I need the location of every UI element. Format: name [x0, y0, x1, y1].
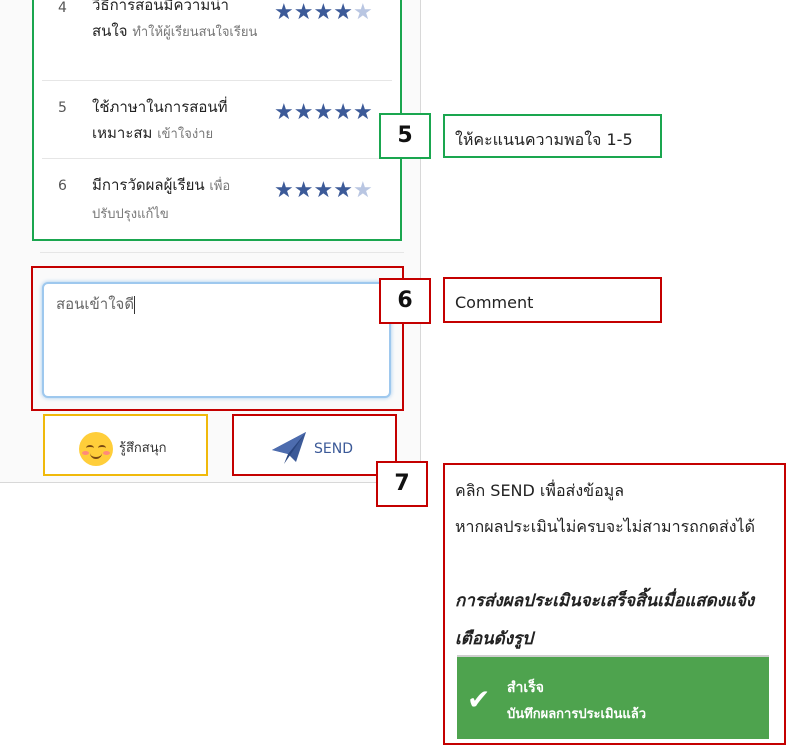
row-divider: [42, 158, 392, 159]
paper-plane-icon: [272, 432, 306, 464]
star-empty-icon[interactable]: ★: [353, 0, 373, 25]
note-comment: Comment: [443, 277, 662, 323]
row-divider: [42, 80, 392, 81]
star-filled-icon[interactable]: ★: [294, 178, 314, 203]
rating-card: 4 วิธีการสอนมีความน่าสนใจ ทำให้ผู้เรียนส…: [32, 0, 402, 241]
check-icon: ✔: [467, 683, 491, 716]
rating-subtitle: เข้าใจง่าย: [157, 127, 214, 142]
send-button-label: SEND: [314, 441, 353, 457]
step-badge-5: 5: [379, 113, 431, 159]
toast-title: สำเร็จ: [507, 680, 544, 696]
comment-textarea[interactable]: สอนเข้าใจดี: [42, 282, 391, 398]
step-badge-6: 6: [379, 278, 431, 324]
rating-text: ใช้ภาษาในการสอนที่เหมาะสม เข้าใจง่าย: [92, 94, 262, 148]
star-filled-icon[interactable]: ★: [333, 100, 353, 125]
rating-number: 6: [58, 178, 67, 194]
rating-subtitle: ทำให้ผู้เรียนสนใจเรียน: [132, 25, 258, 40]
star-filled-icon[interactable]: ★: [274, 178, 294, 203]
rating-number: 4: [58, 0, 67, 16]
text-caret: [134, 295, 136, 314]
fun-button-label: รู้สึกสนุก: [119, 441, 167, 456]
success-toast: ✔ สำเร็จ บันทึกผลการประเมินแล้ว: [457, 655, 769, 739]
star-rating[interactable]: ★★★★★: [274, 102, 373, 124]
note-send-bold1: การส่งผลประเมินจะเสร็จสิ้นเมื่อแสดงแจ้ง: [455, 591, 755, 611]
note-rating-instruction: ให้คะแนนความพอใจ 1-5: [443, 114, 662, 158]
star-filled-icon[interactable]: ★: [294, 0, 314, 25]
note-send-line2: หากผลประเมินไม่ครบจะไม่สามารถกดส่งได้: [455, 517, 755, 536]
rating-title: มีการวัดผลผู้เรียน: [92, 176, 205, 194]
star-filled-icon[interactable]: ★: [313, 100, 333, 125]
rating-text: วิธีการสอนมีความน่าสนใจ ทำให้ผู้เรียนสนใ…: [92, 0, 262, 46]
star-rating[interactable]: ★★★★★: [274, 180, 373, 202]
rating-number: 5: [58, 100, 67, 116]
star-filled-icon[interactable]: ★: [313, 0, 333, 25]
star-filled-icon[interactable]: ★: [353, 100, 373, 125]
note-rating-text: ให้คะแนนความพอใจ 1-5: [455, 130, 633, 149]
section-divider: [40, 252, 404, 253]
rating-text: มีการวัดผลผู้เรียน เพื่อปรับปรุงแก้ไข: [92, 172, 262, 228]
note-send-instruction: คลิก SEND เพื่อส่งข้อมูล หากผลประเมินไม่…: [443, 463, 786, 745]
fun-button[interactable]: รู้สึกสนุก: [43, 414, 208, 476]
note-send-bold2: เตือนดังรูป: [455, 629, 533, 649]
star-filled-icon[interactable]: ★: [274, 0, 294, 25]
note-comment-text: Comment: [455, 293, 534, 312]
star-filled-icon[interactable]: ★: [313, 178, 333, 203]
send-button[interactable]: SEND: [232, 414, 397, 476]
step-badge-7: 7: [376, 461, 428, 507]
star-empty-icon[interactable]: ★: [353, 178, 373, 203]
smiley-icon: [79, 432, 113, 466]
star-rating[interactable]: ★★★★★: [274, 2, 373, 24]
star-filled-icon[interactable]: ★: [333, 178, 353, 203]
toast-message: บันทึกผลการประเมินแล้ว: [507, 707, 647, 722]
star-filled-icon[interactable]: ★: [294, 100, 314, 125]
note-send-line1: คลิก SEND เพื่อส่งข้อมูล: [455, 481, 625, 500]
star-filled-icon[interactable]: ★: [274, 100, 294, 125]
comment-text: สอนเข้าใจดี: [56, 295, 135, 313]
star-filled-icon[interactable]: ★: [333, 0, 353, 25]
